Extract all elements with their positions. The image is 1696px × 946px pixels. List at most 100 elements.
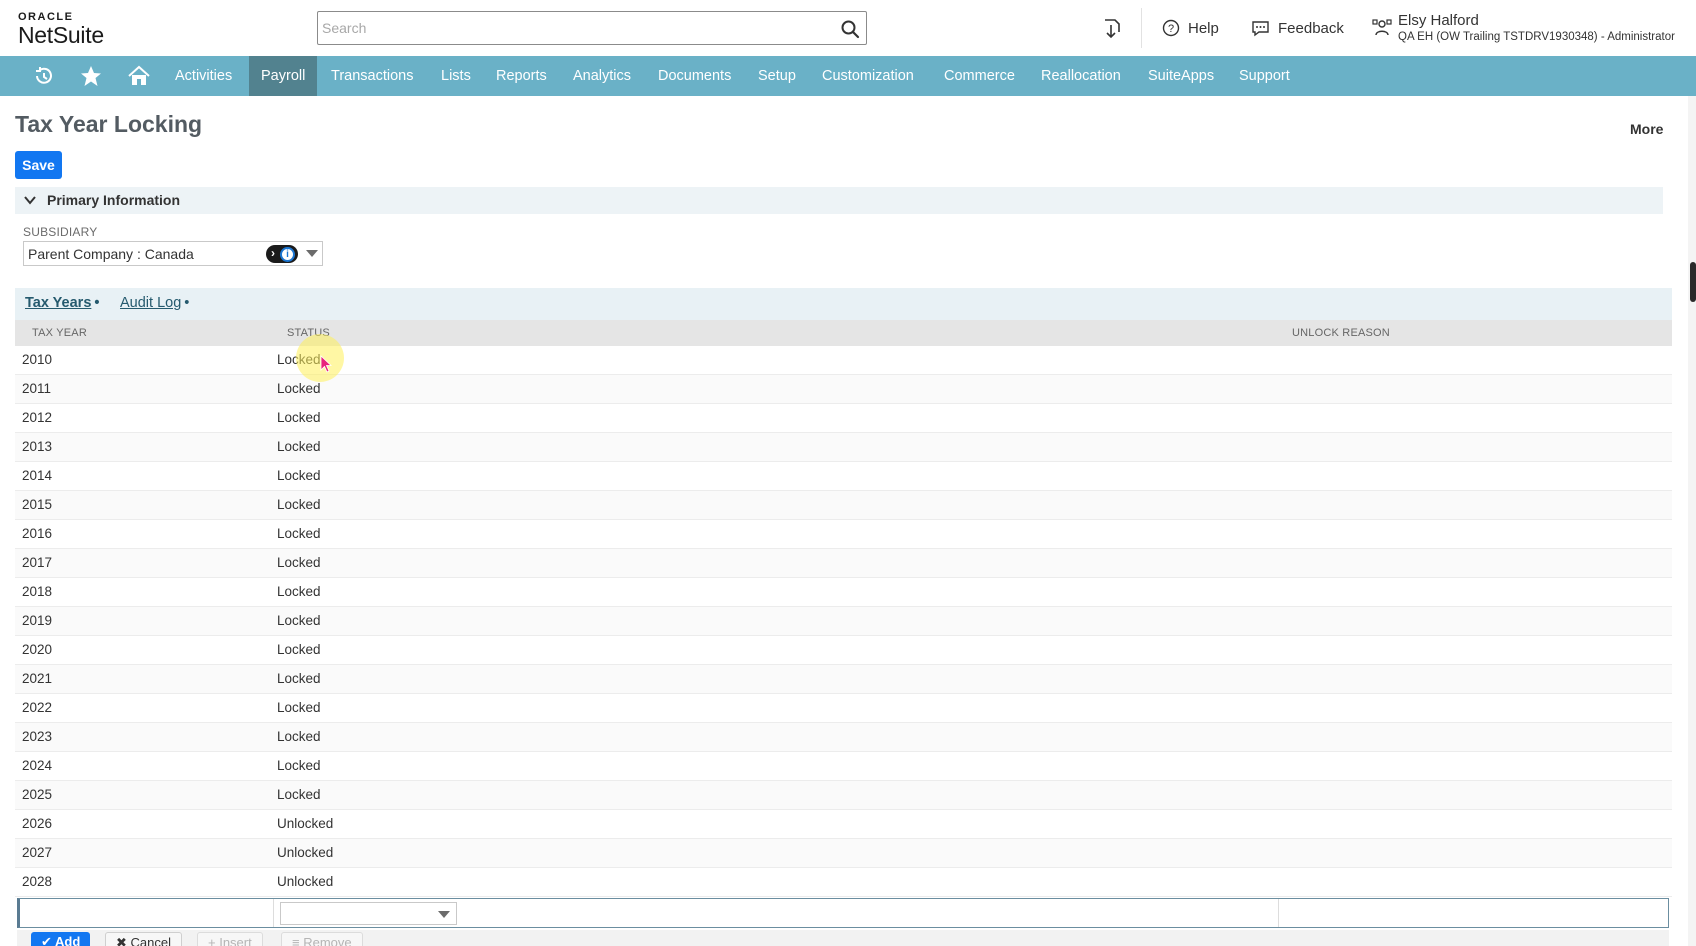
nav-setup[interactable]: Setup — [746, 56, 808, 96]
tax-year-cell: 2012 — [22, 410, 53, 425]
help-label: Help — [1188, 19, 1219, 37]
nav-suiteapps[interactable]: SuiteApps — [1136, 56, 1226, 96]
scrollbar-thumb[interactable] — [1690, 262, 1696, 302]
tab-tax-years[interactable]: Tax Years • — [25, 295, 99, 311]
cancel-line-button[interactable]: ✖ Cancel — [105, 932, 182, 946]
table-row[interactable]: 2016 Locked — [15, 520, 1672, 549]
table-row[interactable]: 2015 Locked — [15, 491, 1672, 520]
table-row[interactable]: 2013 Locked — [15, 433, 1672, 462]
svg-text:?: ? — [1168, 23, 1174, 35]
dropdown-arrow-icon[interactable] — [306, 250, 318, 258]
recent-records-icon[interactable] — [1100, 17, 1122, 39]
table-row[interactable]: 2010 Locked — [15, 346, 1672, 375]
subtabs-bar: Tax Years • Audit Log • — [15, 288, 1672, 320]
tax-year-cell: 2025 — [22, 787, 53, 802]
new-line-edit-row[interactable] — [17, 898, 1669, 928]
feedback-link[interactable]: Feedback — [1251, 17, 1344, 39]
subsidiary-value: Parent Company : Canada — [28, 246, 194, 262]
search-input[interactable] — [318, 12, 818, 44]
cancel-label: Cancel — [130, 935, 171, 946]
help-icon: ? — [1162, 19, 1180, 37]
netsuite-logo[interactable]: ORACLE NetSuite — [18, 11, 104, 47]
section-title: Primary Information — [47, 192, 181, 208]
status-cell: Unlocked — [277, 845, 334, 860]
col-header-status: STATUS — [287, 327, 330, 339]
page-title: Tax Year Locking — [15, 111, 203, 137]
subsidiary-select[interactable]: Parent Company : Canada › i — [23, 241, 323, 266]
tax-year-cell: 2018 — [22, 584, 53, 599]
table-row[interactable]: 2021 Locked — [15, 665, 1672, 694]
nav-customization[interactable]: Customization — [810, 56, 926, 96]
nav-payroll[interactable]: Payroll — [249, 56, 318, 96]
status-cell: Locked — [277, 584, 321, 599]
nav-reports[interactable]: Reports — [484, 56, 559, 96]
nav-lists[interactable]: Lists — [429, 56, 483, 96]
table-row[interactable]: 2012 Locked — [15, 404, 1672, 433]
nav-analytics[interactable]: Analytics — [561, 56, 643, 96]
status-cell: Unlocked — [277, 874, 334, 889]
save-button[interactable]: Save — [15, 151, 62, 179]
tax-years-grid: TAX YEAR STATUS UNLOCK REASON 2010 Locked… — [15, 320, 1672, 897]
favorites-star-icon[interactable] — [79, 65, 103, 87]
tax-year-cell: 2027 — [22, 845, 53, 860]
tab-audit-log-label: Audit Log — [120, 295, 182, 311]
nav-support[interactable]: Support — [1227, 56, 1302, 96]
tax-year-cell: 2016 — [22, 526, 53, 541]
user-name: Elsy Halford — [1398, 12, 1479, 29]
more-actions-link[interactable]: More — [1630, 121, 1663, 137]
status-cell: Locked — [277, 787, 321, 802]
status-cell: Locked — [277, 352, 321, 367]
subsidiary-picker-toggle[interactable]: › i — [266, 245, 298, 263]
nav-transactions[interactable]: Transactions — [319, 56, 425, 96]
status-cell: Locked — [277, 729, 321, 744]
table-row[interactable]: 2024 Locked — [15, 752, 1672, 781]
dropdown-arrow-icon — [438, 911, 450, 918]
home-icon[interactable] — [127, 65, 151, 87]
grid-header-row: TAX YEAR STATUS UNLOCK REASON — [15, 320, 1672, 346]
add-label: Add — [55, 934, 81, 946]
table-row[interactable]: 2028 Unlocked — [15, 868, 1672, 897]
status-cell: Locked — [277, 381, 321, 396]
user-menu[interactable]: Elsy Halford QA EH (OW Trailing TSTDRV19… — [1372, 11, 1688, 47]
nav-commerce[interactable]: Commerce — [932, 56, 1027, 96]
table-row[interactable]: 2014 Locked — [15, 462, 1672, 491]
table-row[interactable]: 2011 Locked — [15, 375, 1672, 404]
tax-year-cell: 2021 — [22, 671, 53, 686]
primary-info-section-header[interactable]: Primary Information — [15, 187, 1663, 214]
help-link[interactable]: ? Help — [1162, 17, 1219, 39]
table-row[interactable]: 2026 Unlocked — [15, 810, 1672, 839]
status-select[interactable] — [280, 902, 457, 925]
tab-audit-log[interactable]: Audit Log • — [120, 295, 189, 311]
cell-divider — [1278, 899, 1279, 927]
table-row[interactable]: 2023 Locked — [15, 723, 1672, 752]
tax-year-cell: 2023 — [22, 729, 53, 744]
nav-activities[interactable]: Activities — [163, 56, 244, 96]
tab-dot: • — [184, 295, 190, 311]
table-row[interactable]: 2017 Locked — [15, 549, 1672, 578]
table-row[interactable]: 2018 Locked — [15, 578, 1672, 607]
insert-line-button[interactable]: + Insert — [197, 932, 263, 946]
table-row[interactable]: 2025 Locked — [15, 781, 1672, 810]
search-icon[interactable] — [840, 19, 860, 39]
nav-reallocation[interactable]: Reallocation — [1029, 56, 1133, 96]
nav-documents[interactable]: Documents — [646, 56, 743, 96]
table-row[interactable]: 2020 Locked — [15, 636, 1672, 665]
recent-icon[interactable] — [31, 65, 55, 87]
role-switch-icon — [1372, 19, 1392, 36]
global-search — [317, 11, 867, 45]
tax-year-cell: 2028 — [22, 874, 53, 889]
user-role: QA EH (OW Trailing TSTDRV1930348) - Admi… — [1398, 31, 1675, 43]
table-row[interactable]: 2027 Unlocked — [15, 839, 1672, 868]
chevron-down-icon — [24, 196, 36, 205]
table-row[interactable]: 2019 Locked — [15, 607, 1672, 636]
remove-line-button[interactable]: ≡ Remove — [281, 932, 363, 946]
grid-button-bar: ✔ Add ✖ Cancel + Insert ≡ Remove — [17, 930, 1669, 946]
tax-year-cell: 2024 — [22, 758, 53, 773]
table-row[interactable]: 2022 Locked — [15, 694, 1672, 723]
page-scrollbar[interactable] — [1688, 96, 1696, 946]
add-line-button[interactable]: ✔ Add — [31, 932, 91, 946]
tax-year-cell: 2022 — [22, 700, 53, 715]
status-cell: Locked — [277, 526, 321, 541]
status-cell: Locked — [277, 671, 321, 686]
tax-year-cell: 2011 — [22, 381, 52, 396]
